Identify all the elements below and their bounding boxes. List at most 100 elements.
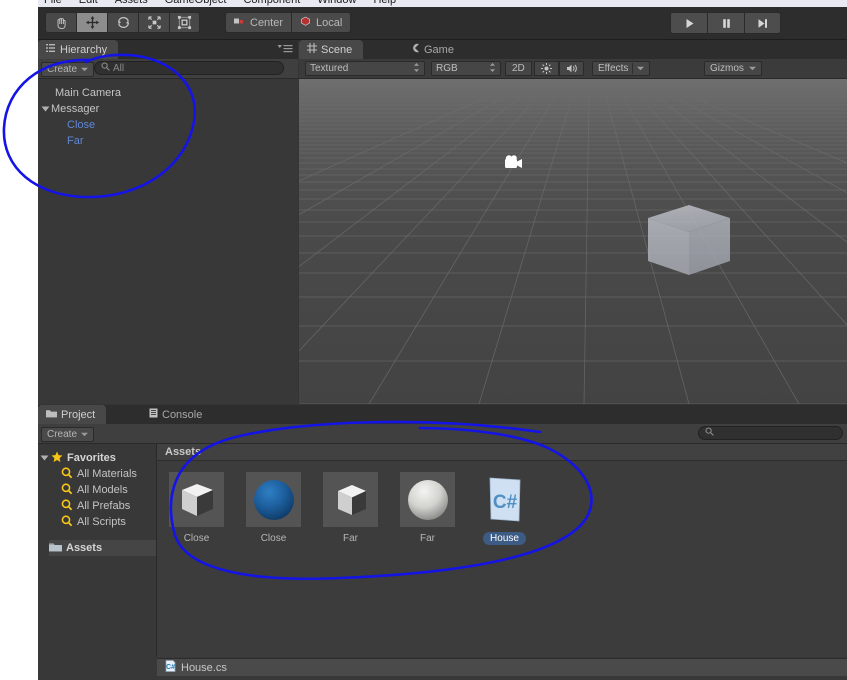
search-icon	[101, 62, 110, 74]
hierarchy-tabrow: Hierarchy	[38, 40, 298, 59]
project-favorite-label: All Models	[77, 484, 128, 496]
scene-color-mode-dropdown[interactable]: RGB	[431, 61, 501, 76]
project-folder-tree[interactable]: Favorites All Materials All Models All P…	[38, 444, 157, 657]
menu-item-gameobject[interactable]: GameObject	[165, 0, 227, 6]
folder-icon	[49, 542, 62, 555]
project-status-bar: C# House.cs	[157, 658, 847, 676]
play-button[interactable]	[670, 12, 707, 34]
expand-triangle-icon[interactable]	[40, 455, 49, 461]
asset-item-close-material[interactable]: Close	[246, 472, 301, 545]
asset-thumbnail[interactable]	[323, 472, 378, 527]
step-button[interactable]	[744, 12, 781, 34]
scene-viewport[interactable]	[299, 79, 847, 404]
scene-tabrow: Scene Game	[299, 40, 847, 59]
handle-mode-label: Local	[316, 16, 343, 29]
asset-item-close-prefab[interactable]: Close	[169, 472, 224, 545]
pivot-mode-button[interactable]: Center	[225, 12, 292, 33]
menu-item-assets[interactable]: Assets	[115, 0, 148, 6]
hierarchy-item-label: Messager	[51, 103, 100, 115]
expand-triangle-icon[interactable]	[41, 106, 50, 112]
scene-2d-toggle[interactable]: 2D	[505, 61, 532, 76]
csharp-script-icon: C#	[489, 477, 520, 521]
scene-color-mode-label: RGB	[436, 63, 458, 74]
project-create-button[interactable]: Create	[41, 427, 95, 442]
tab-scene-label: Scene	[321, 43, 353, 56]
project-assets-root[interactable]: Assets	[49, 540, 156, 556]
project-panel: Project Console Create Favorites All Mat…	[38, 405, 847, 680]
unity-editor-screenshot: File Edit Assets GameObject Component Window H…	[0, 0, 847, 680]
scene-draw-mode-dropdown[interactable]: Textured	[305, 61, 425, 76]
scene-effects-dropdown[interactable]: Effects	[592, 61, 651, 76]
tab-hierarchy[interactable]: Hierarchy	[38, 40, 119, 59]
chevron-down-icon	[81, 64, 89, 75]
hierarchy-item-main-camera[interactable]: Main Camera	[55, 85, 121, 101]
project-assets-root-label: Assets	[66, 542, 103, 554]
menu-bar-items: File Edit Assets GameObject Component Window H…	[44, 0, 413, 6]
asset-thumbnail[interactable]	[169, 472, 224, 527]
search-glass-icon	[61, 482, 73, 498]
scene-gizmos-dropdown[interactable]: Gizmos	[704, 61, 762, 76]
menu-item-component[interactable]: Component	[243, 0, 300, 6]
asset-thumbnail[interactable]	[400, 472, 455, 527]
project-assets-browser[interactable]: Assets Close Close Far Far C# House	[157, 444, 847, 657]
options-menu-icon	[277, 45, 293, 53]
tab-console[interactable]: Console	[141, 405, 213, 424]
star-icon	[51, 451, 63, 466]
hierarchy-create-button[interactable]: Create	[41, 62, 95, 77]
unity-main-window: Center Local Hierarchy Create All Main C…	[38, 7, 847, 680]
playback-controls	[670, 12, 781, 34]
project-favorite-label: All Prefabs	[77, 500, 131, 512]
sun-icon	[541, 63, 552, 74]
chevron-down-icon	[748, 63, 756, 74]
tab-game-label: Game	[424, 43, 454, 56]
tab-scene[interactable]: Scene	[299, 40, 364, 59]
hierarchy-item-close[interactable]: Close	[67, 117, 95, 133]
asset-thumbnail[interactable]: C#	[477, 472, 532, 527]
menu-item-help[interactable]: Help	[373, 0, 396, 6]
handle-mode-button[interactable]: Local	[291, 12, 352, 33]
menu-item-edit[interactable]: Edit	[79, 0, 98, 6]
menu-item-window[interactable]: Window	[317, 0, 356, 6]
assets-breadcrumb-label: Assets	[165, 446, 202, 458]
hierarchy-item-messager[interactable]: Messager	[41, 101, 100, 117]
project-favorite-all-prefabs[interactable]: All Prefabs	[61, 498, 130, 514]
asset-label: Far	[420, 533, 435, 544]
tab-game[interactable]: Game	[402, 40, 465, 59]
move-tool[interactable]	[76, 12, 107, 33]
scale-tool[interactable]	[138, 12, 169, 33]
pause-button[interactable]	[707, 12, 744, 34]
prefab-cube-icon	[181, 483, 213, 516]
tab-project[interactable]: Project	[38, 405, 107, 424]
project-search-input[interactable]	[698, 426, 843, 440]
project-favorite-all-models[interactable]: All Models	[61, 482, 128, 498]
asset-item-house-script[interactable]: C# House	[477, 472, 532, 545]
scene-audio-toggle[interactable]	[559, 61, 584, 76]
rotate-tool[interactable]	[107, 12, 138, 33]
asset-item-far-material[interactable]: Far	[400, 472, 455, 545]
hierarchy-item-far[interactable]: Far	[67, 133, 84, 149]
asset-label: Close	[260, 533, 287, 544]
search-icon	[705, 427, 714, 439]
project-favorites-row[interactable]: Favorites	[40, 450, 116, 466]
hand-tool[interactable]	[45, 12, 76, 33]
assets-breadcrumb: Assets	[157, 444, 847, 461]
menu-item-file[interactable]: File	[44, 0, 62, 6]
hierarchy-tree[interactable]: Main Camera Messager Close Far	[38, 79, 298, 404]
divider	[632, 63, 634, 74]
hierarchy-options-button[interactable]	[277, 44, 293, 54]
project-favorite-all-materials[interactable]: All Materials	[61, 466, 137, 482]
asset-item-far-prefab[interactable]: Far	[323, 472, 378, 545]
scene-lighting-toggle[interactable]	[534, 61, 559, 76]
chevron-down-icon	[637, 63, 645, 74]
speaker-icon	[566, 64, 577, 73]
project-favorite-all-scripts[interactable]: All Scripts	[61, 514, 126, 530]
hierarchy-item-label: Far	[67, 135, 84, 147]
scene-subbar: Textured RGB 2D Effects Gizmos	[299, 59, 847, 94]
pause-icon	[722, 18, 730, 28]
hierarchy-search-placeholder: All	[113, 62, 125, 74]
scene-panel: Scene Game Textured RGB 2D Effects Gizmo…	[299, 40, 847, 404]
rect-tool[interactable]	[169, 12, 200, 33]
hierarchy-search-input[interactable]: All	[94, 61, 284, 75]
asset-thumbnail[interactable]	[246, 472, 301, 527]
menu-bar[interactable]: File Edit Assets GameObject Component Window H…	[38, 0, 847, 7]
